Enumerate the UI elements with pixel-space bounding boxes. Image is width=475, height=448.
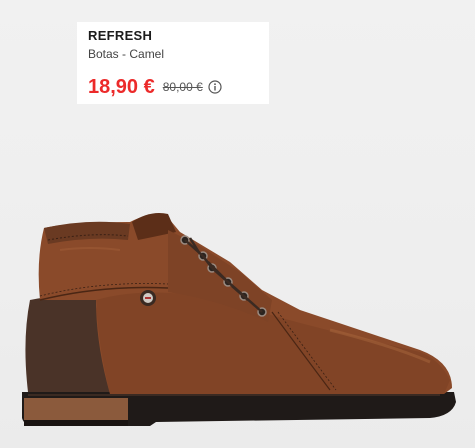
product-image[interactable]	[0, 196, 475, 448]
product-info-panel: REFRESH Botas - Camel 18,90 € 80,00 €	[77, 22, 269, 104]
product-card[interactable]: REFRESH Botas - Camel 18,90 € 80,00 €	[0, 0, 475, 448]
boot-side-badge	[140, 290, 156, 306]
info-circle-icon[interactable]	[208, 80, 222, 94]
original-price: 80,00 €	[162, 80, 203, 94]
boot-heel-base	[24, 420, 128, 426]
price-row: 18,90 € 80,00 €	[88, 76, 258, 98]
product-brand: REFRESH	[88, 28, 153, 43]
current-price: 18,90 €	[88, 76, 155, 98]
product-subtitle: Botas - Camel	[88, 47, 165, 61]
